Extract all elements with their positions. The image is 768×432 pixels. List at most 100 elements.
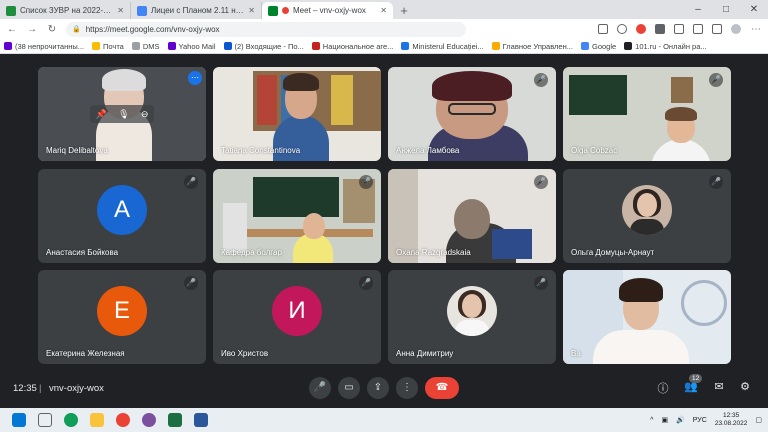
bookmark[interactable]: Национальное аге... bbox=[311, 41, 394, 51]
participant-tile[interactable]: И 🎤 Иво Христов bbox=[213, 270, 381, 364]
mic-off-icon: 🎤 bbox=[359, 175, 373, 189]
browser-tab-active[interactable]: Meet – vnv-oxjy-wox ✕ bbox=[262, 2, 393, 19]
windows-start-icon[interactable] bbox=[12, 413, 26, 427]
system-tray: ^ ▣ 🔊 РУС 12:35 23.08.2022 ▢ bbox=[650, 412, 768, 428]
read-aloud-icon[interactable] bbox=[617, 24, 627, 34]
participant-avatar: И bbox=[272, 286, 322, 337]
tile-hover-controls: 📌 🎙 ⊖ bbox=[90, 105, 154, 123]
bookmark-icon bbox=[223, 42, 232, 50]
participant-tile[interactable]: Е 🎤 Екатерина Железная bbox=[38, 270, 206, 364]
meet-favicon-icon bbox=[268, 5, 278, 16]
bookmark-label: DMS bbox=[142, 41, 160, 51]
viber-icon[interactable] bbox=[142, 413, 156, 427]
task-view-icon[interactable] bbox=[38, 413, 52, 427]
tray-chevron-icon[interactable]: ^ bbox=[650, 417, 653, 424]
microphone-button[interactable]: 🎤 bbox=[309, 377, 331, 399]
extension-icons: ⋯ bbox=[598, 24, 762, 35]
participant-avatar: Е bbox=[97, 286, 147, 337]
mic-off-icon: 🎤 bbox=[709, 73, 723, 87]
extension-icon[interactable] bbox=[655, 24, 665, 34]
participant-tile[interactable]: 🎤 Анжела Ламбова bbox=[388, 67, 556, 161]
meeting-details-icon[interactable]: ⓘ bbox=[655, 380, 671, 396]
people-icon[interactable]: 👥 12 bbox=[683, 374, 703, 393]
bookmark[interactable]: (38 непрочитанны... bbox=[4, 42, 84, 51]
collections-icon[interactable] bbox=[712, 24, 722, 34]
chat-icon[interactable]: ✉ bbox=[711, 380, 727, 393]
favorites-icon[interactable] bbox=[693, 24, 703, 34]
chrome-icon[interactable] bbox=[116, 413, 130, 427]
bookmark-label: Ministerul Educației... bbox=[412, 41, 484, 51]
camera-status-icon[interactable] bbox=[598, 24, 608, 34]
bookmark[interactable]: Ministerul Educației... bbox=[401, 41, 484, 51]
leave-call-button[interactable]: ☎ bbox=[425, 377, 459, 399]
browser-tab[interactable]: Лицеи с Планом 2.11 на 2022- ✕ bbox=[131, 2, 262, 19]
mic-off-icon: 🎤 bbox=[534, 175, 548, 189]
lock-icon[interactable]: 🔒 bbox=[72, 25, 81, 33]
camera-button[interactable]: ▭ bbox=[338, 377, 360, 399]
star-icon[interactable] bbox=[674, 24, 684, 34]
participant-name: Oxana Razgradskaia bbox=[396, 248, 471, 257]
close-tab-icon[interactable]: ✕ bbox=[117, 6, 124, 15]
file-explorer-icon[interactable] bbox=[90, 413, 104, 427]
mic-off-icon: 🎤 bbox=[534, 73, 548, 87]
window-controls: – □ ✕ bbox=[684, 0, 768, 19]
forward-icon[interactable]: → bbox=[26, 24, 38, 35]
participant-tile[interactable]: 🎤 Oxana Razgradskaia bbox=[388, 169, 556, 263]
close-tab-icon[interactable]: ✕ bbox=[380, 6, 387, 15]
mic-icon[interactable]: 🎙 bbox=[118, 109, 129, 120]
bookmark[interactable]: Yahoo Mail bbox=[167, 42, 216, 51]
activities-icon[interactable]: ⚙ bbox=[737, 380, 753, 393]
pin-icon[interactable]: 📌 bbox=[96, 109, 107, 120]
bookmark[interactable]: Почта bbox=[92, 42, 124, 51]
volume-icon[interactable]: 🔊 bbox=[676, 416, 685, 424]
bookmark[interactable]: Главное Управлен... bbox=[491, 42, 573, 51]
bookmark-label: (38 непрочитанны... bbox=[15, 41, 85, 51]
minimize-button[interactable]: – bbox=[684, 0, 712, 19]
participant-tile[interactable]: 🎤 Анна Димитриу bbox=[388, 270, 556, 364]
participant-count-badge: 12 bbox=[689, 374, 703, 383]
more-options-button[interactable]: ⋮ bbox=[396, 377, 418, 399]
participant-tile[interactable]: 🎤 Ольга Домуцы-Арнаут bbox=[563, 169, 731, 263]
reload-icon[interactable]: ↻ bbox=[46, 24, 58, 35]
remove-icon[interactable]: ⊖ bbox=[141, 109, 149, 120]
network-icon[interactable]: ▣ bbox=[661, 416, 668, 424]
windows-taskbar: ^ ▣ 🔊 РУС 12:35 23.08.2022 ▢ bbox=[0, 408, 768, 432]
profile-avatar[interactable] bbox=[731, 24, 741, 34]
participant-tile[interactable]: 🎤 Olga Cobzac bbox=[563, 67, 731, 161]
edge-browser-icon[interactable] bbox=[64, 413, 78, 427]
system-clock[interactable]: 12:35 23.08.2022 bbox=[715, 412, 748, 428]
tab-title: Список ЗУВР на 2022-2023 уче bbox=[20, 6, 113, 15]
meet-main-area: 📌 🎙 ⊖ ⋯ Mariq Delibaltova Tatiana Consta… bbox=[0, 55, 768, 408]
participant-name: Ва bbox=[571, 349, 581, 358]
back-icon[interactable]: ← bbox=[6, 24, 18, 35]
participant-video bbox=[563, 270, 731, 364]
maximize-button[interactable]: □ bbox=[712, 0, 740, 19]
bookmarks-bar: (38 непрочитанны... Почта DMS Yahoo Mail… bbox=[0, 39, 768, 54]
new-tab-button[interactable]: + bbox=[393, 2, 415, 19]
participant-tile[interactable]: 📌 🎙 ⊖ ⋯ Mariq Delibaltova bbox=[38, 67, 206, 161]
present-screen-button[interactable]: ⇪ bbox=[367, 377, 389, 399]
participant-tile[interactable]: Ва bbox=[563, 270, 731, 364]
browser-tab[interactable]: Список ЗУВР на 2022-2023 уче ✕ bbox=[0, 2, 131, 19]
opera-extension-icon[interactable] bbox=[636, 24, 646, 34]
bookmark-icon bbox=[624, 42, 633, 50]
participant-tile[interactable]: Tatiana Constantinova bbox=[213, 67, 381, 161]
notifications-icon[interactable]: ▢ bbox=[755, 416, 762, 424]
bookmark[interactable]: 101.ru - Онлайн ра... bbox=[624, 42, 707, 51]
participant-tile[interactable]: 🎤 Кафедра болгар bbox=[213, 169, 381, 263]
bookmark[interactable]: DMS bbox=[131, 41, 160, 51]
close-window-button[interactable]: ✕ bbox=[740, 0, 768, 19]
close-tab-icon[interactable]: ✕ bbox=[248, 6, 255, 15]
participant-name: Анастасия Бойкова bbox=[46, 248, 119, 257]
input-language[interactable]: РУС bbox=[693, 417, 707, 424]
participant-tile[interactable]: A 🎤 Анастасия Бойкова bbox=[38, 169, 206, 263]
browser-tab-strip: Список ЗУВР на 2022-2023 уче ✕ Лицеи с П… bbox=[0, 0, 768, 19]
word-icon[interactable] bbox=[194, 413, 208, 427]
bookmark-label: Национальное аге... bbox=[322, 41, 394, 51]
menu-dots-icon[interactable]: ⋯ bbox=[750, 24, 762, 35]
excel-icon[interactable] bbox=[168, 413, 182, 427]
bookmark[interactable]: Google bbox=[580, 42, 616, 51]
bookmark[interactable]: (2) Входящие - По... bbox=[223, 42, 304, 51]
more-options-icon[interactable]: ⋯ bbox=[188, 71, 202, 85]
url-input[interactable]: 🔒 https://meet.google.com/vnv-oxjy-wox bbox=[66, 21, 466, 37]
